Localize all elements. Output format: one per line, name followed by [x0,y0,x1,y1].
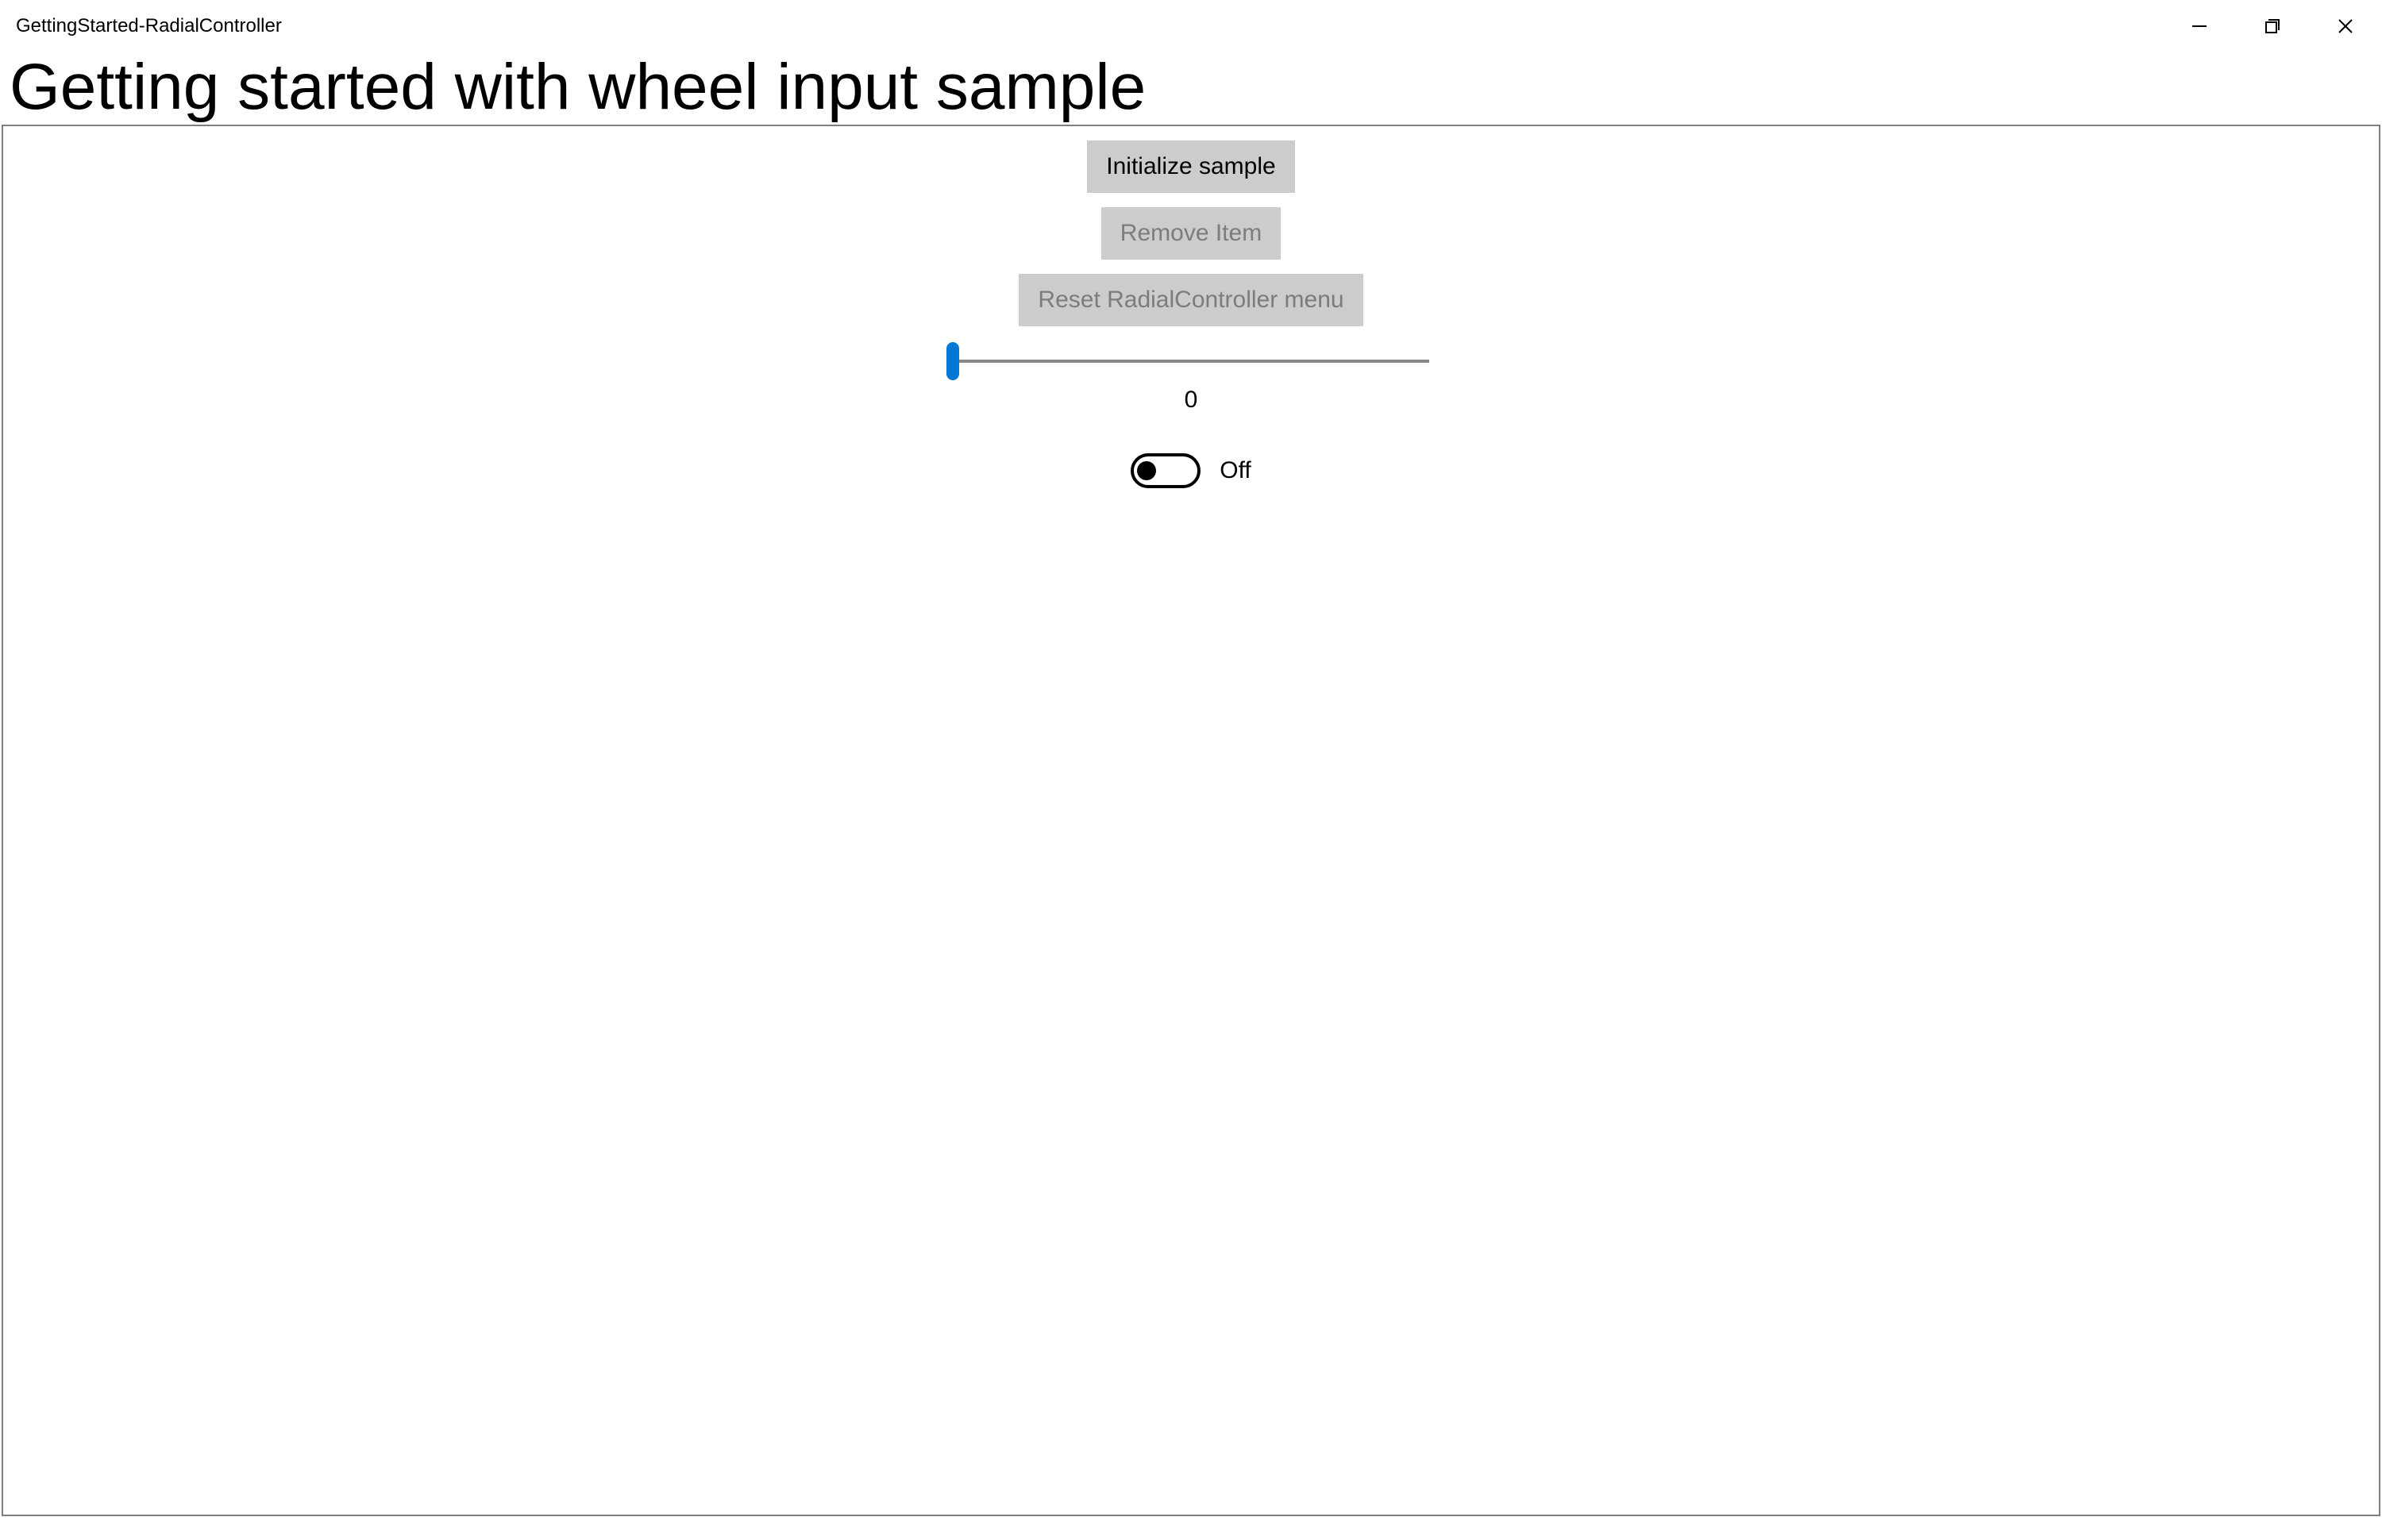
maximize-icon [2264,17,2281,35]
toggle-knob [1137,461,1156,480]
toggle-state-label: Off [1220,457,1251,484]
content-frame: Initialize sample Remove Item Reset Radi… [2,125,2380,1516]
close-icon [2336,17,2355,36]
slider-thumb[interactable] [946,342,959,380]
maximize-button[interactable] [2236,0,2309,52]
window-title: GettingStarted-RadialController [16,15,282,37]
initialize-sample-button[interactable]: Initialize sample [1087,141,1294,193]
reset-radialcontroller-menu-button[interactable]: Reset RadialController menu [1019,274,1363,326]
value-slider[interactable] [953,360,1429,363]
window-controls [2163,0,2382,52]
toggle-row: Off [1131,453,1251,488]
window-titlebar: GettingStarted-RadialController [0,0,2382,52]
slider-track [953,360,1429,363]
toggle-switch[interactable] [1131,453,1201,488]
close-button[interactable] [2309,0,2382,52]
slider-value-label: 0 [1185,387,1198,414]
page-title: Getting started with wheel input sample [0,52,2382,125]
remove-item-button[interactable]: Remove Item [1101,207,1281,260]
minimize-icon [2191,17,2208,35]
minimize-button[interactable] [2163,0,2236,52]
